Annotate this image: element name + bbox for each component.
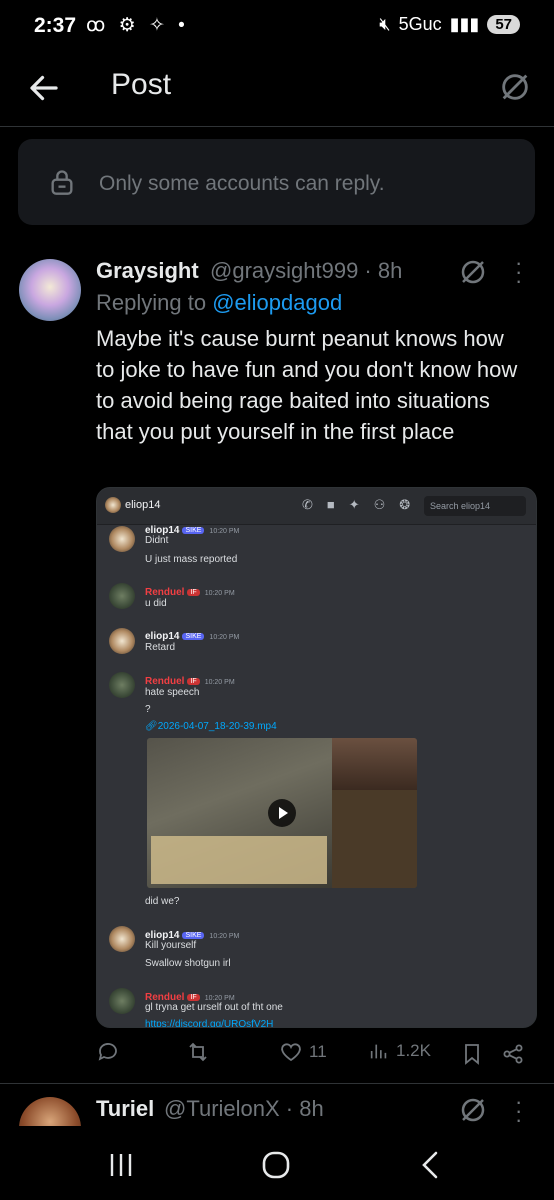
battery-badge: 57 (487, 15, 520, 34)
status-right: 🔇︎ 5Guc ▮▮▮ 57 (379, 14, 520, 35)
status-bar: 2:37 ꝏ ⚙ ✧ • 🔇︎ 5Guc ▮▮▮ 57 (0, 0, 554, 56)
notice-text: Only some accounts can reply. (99, 172, 385, 195)
reply-button[interactable] (96, 1040, 126, 1064)
page-title: Post (111, 68, 172, 101)
more-options-icon[interactable]: · · · (515, 252, 522, 292)
top-app-bar: Post (0, 56, 554, 127)
views-icon (370, 1044, 387, 1059)
lock-icon (51, 170, 73, 195)
reply-restriction-notice: Only some accounts can reply. (18, 139, 535, 225)
message-time: 10:20 PM (204, 995, 235, 1002)
post-divider (0, 1083, 554, 1084)
back-arrow-icon[interactable] (26, 70, 62, 106)
home-icon[interactable] (261, 1150, 291, 1180)
post-image[interactable]: eliop14 ✆■✦⚇❂ Search eliop14 eliop14 SIKE… (96, 487, 537, 1028)
role-tag: IF (187, 589, 200, 596)
invite-link: https://discord.gg/URQsfV2H (145, 1019, 274, 1028)
message-time: 10:20 PM (204, 679, 235, 686)
share-icon[interactable] (501, 1042, 525, 1066)
message-text: u did (145, 598, 167, 609)
system-nav-bar (0, 1126, 554, 1200)
post-actions: 11 1.2K (96, 1040, 536, 1070)
webcam-feed (332, 738, 417, 790)
message-avatar (109, 628, 135, 654)
attachment-name: 2026-04-07_18-20-39.mp4 (157, 721, 277, 732)
role-tag: IF (187, 678, 200, 685)
discord-search: Search eliop14 (424, 496, 526, 516)
replying-prefix: Replying to (96, 290, 213, 315)
mention-link[interactable]: @eliopdagod (212, 290, 342, 315)
heart-icon (281, 1043, 301, 1062)
status-notification-icons: ꝏ ⚙ ✧ • (86, 15, 189, 36)
video-preview (147, 738, 417, 888)
author-handle[interactable]: @graysight999 · 8h (210, 258, 402, 284)
back-nav-icon[interactable] (418, 1150, 442, 1180)
post-body: Maybe it's cause burnt peanut knows how … (96, 326, 518, 444)
message-text: U just mass reported (145, 554, 238, 565)
message-time: 10:20 PM (209, 933, 240, 940)
like-count: 11 (309, 1042, 327, 1061)
attachment-link: 🔗︎2026-04-07_18-20-39.mp4 (145, 721, 277, 732)
message-user: Renduel (145, 587, 185, 598)
network-label: 5Guc (398, 14, 442, 34)
role-tag: SIKE (182, 633, 205, 640)
message-avatar (109, 672, 135, 698)
more-options-icon[interactable]: · · · (515, 1091, 522, 1131)
repost-button[interactable] (186, 1040, 216, 1064)
grok-icon[interactable] (458, 257, 488, 287)
message-text: Didnt (145, 535, 169, 546)
channel-avatar (105, 497, 121, 513)
message-user: Renduel (145, 676, 185, 687)
message-time: 10:20 PM (209, 634, 240, 641)
message-text: did we? (145, 896, 180, 907)
channel-name: eliop14 (125, 499, 161, 511)
role-tag: SIKE (182, 932, 205, 939)
replying-to: Replying to @eliopdagod (96, 290, 342, 316)
mute-icon: 🔇︎ (379, 14, 391, 34)
message-time: 10:20 PM (209, 528, 240, 535)
discord-toolbar-icons: ✆■✦⚇❂ (302, 497, 425, 512)
message-text: hate speech (145, 687, 200, 698)
role-tag: IF (187, 994, 200, 1001)
play-icon (268, 799, 296, 827)
grok-icon[interactable] (458, 1095, 488, 1125)
views-button[interactable]: 1.2K (368, 1040, 431, 1062)
role-tag: SIKE (182, 527, 205, 534)
message-text: ? (145, 704, 151, 715)
grok-icon[interactable] (498, 70, 532, 104)
bookmark-icon[interactable] (460, 1042, 484, 1066)
message-text: Kill yourself (145, 940, 197, 951)
like-button[interactable]: 11 (279, 1040, 327, 1064)
message-text: Swallow shotgun irl (145, 958, 231, 969)
message-text: gl tryna get urself out of tht one (145, 1002, 283, 1013)
repost-icon (189, 1042, 207, 1062)
reply-icon (98, 1043, 117, 1061)
game-chatbox (151, 836, 327, 884)
status-time: 2:37 (34, 14, 77, 37)
author-handle[interactable]: @TurielonX · 8h (164, 1096, 324, 1122)
message-user: eliop14 (145, 631, 180, 642)
view-count: 1.2K (396, 1041, 431, 1060)
author-name[interactable]: Graysight (96, 258, 199, 284)
message-avatar (109, 988, 135, 1014)
recent-apps-icon[interactable] (108, 1152, 134, 1178)
message-avatar (109, 526, 135, 552)
avatar[interactable] (19, 259, 81, 321)
message-avatar (109, 583, 135, 609)
game-inventory (332, 790, 417, 888)
message-text: Retard (145, 642, 176, 653)
message-time: 10:20 PM (204, 590, 235, 597)
author-name[interactable]: Turiel (96, 1096, 154, 1122)
signal-icon: ▮▮▮ (449, 14, 480, 34)
message-avatar (109, 926, 135, 952)
